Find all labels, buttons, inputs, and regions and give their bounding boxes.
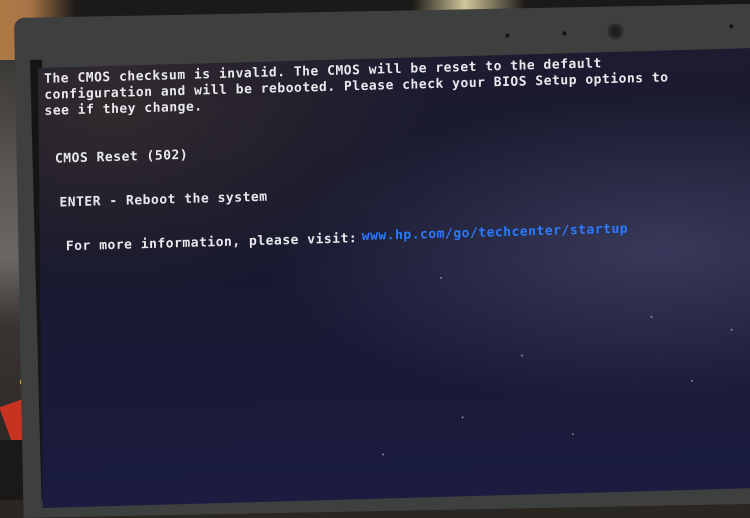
support-link[interactable]: www.hp.com/go/techcenter/startup [362, 222, 629, 244]
screen-dust [691, 379, 694, 382]
screen-dust [650, 315, 653, 318]
info-prompt: For more information, please visit: [65, 231, 358, 255]
screen-dust [461, 416, 464, 419]
screen-dust [571, 433, 574, 436]
screen-dust [520, 354, 523, 357]
screen-dust [440, 276, 443, 279]
mic-icon [562, 31, 567, 36]
screen-dust [382, 453, 385, 456]
mic-icon [729, 24, 734, 29]
bios-error-screen: The CMOS checksum is invalid. The CMOS w… [38, 47, 750, 509]
screen-dust [730, 328, 733, 331]
reboot-option[interactable]: ENTER - Reboot the system [59, 190, 267, 211]
error-code: CMOS Reset (502) [54, 147, 189, 167]
ambient-sensor-icon [505, 33, 510, 38]
webcam-icon [607, 23, 624, 40]
